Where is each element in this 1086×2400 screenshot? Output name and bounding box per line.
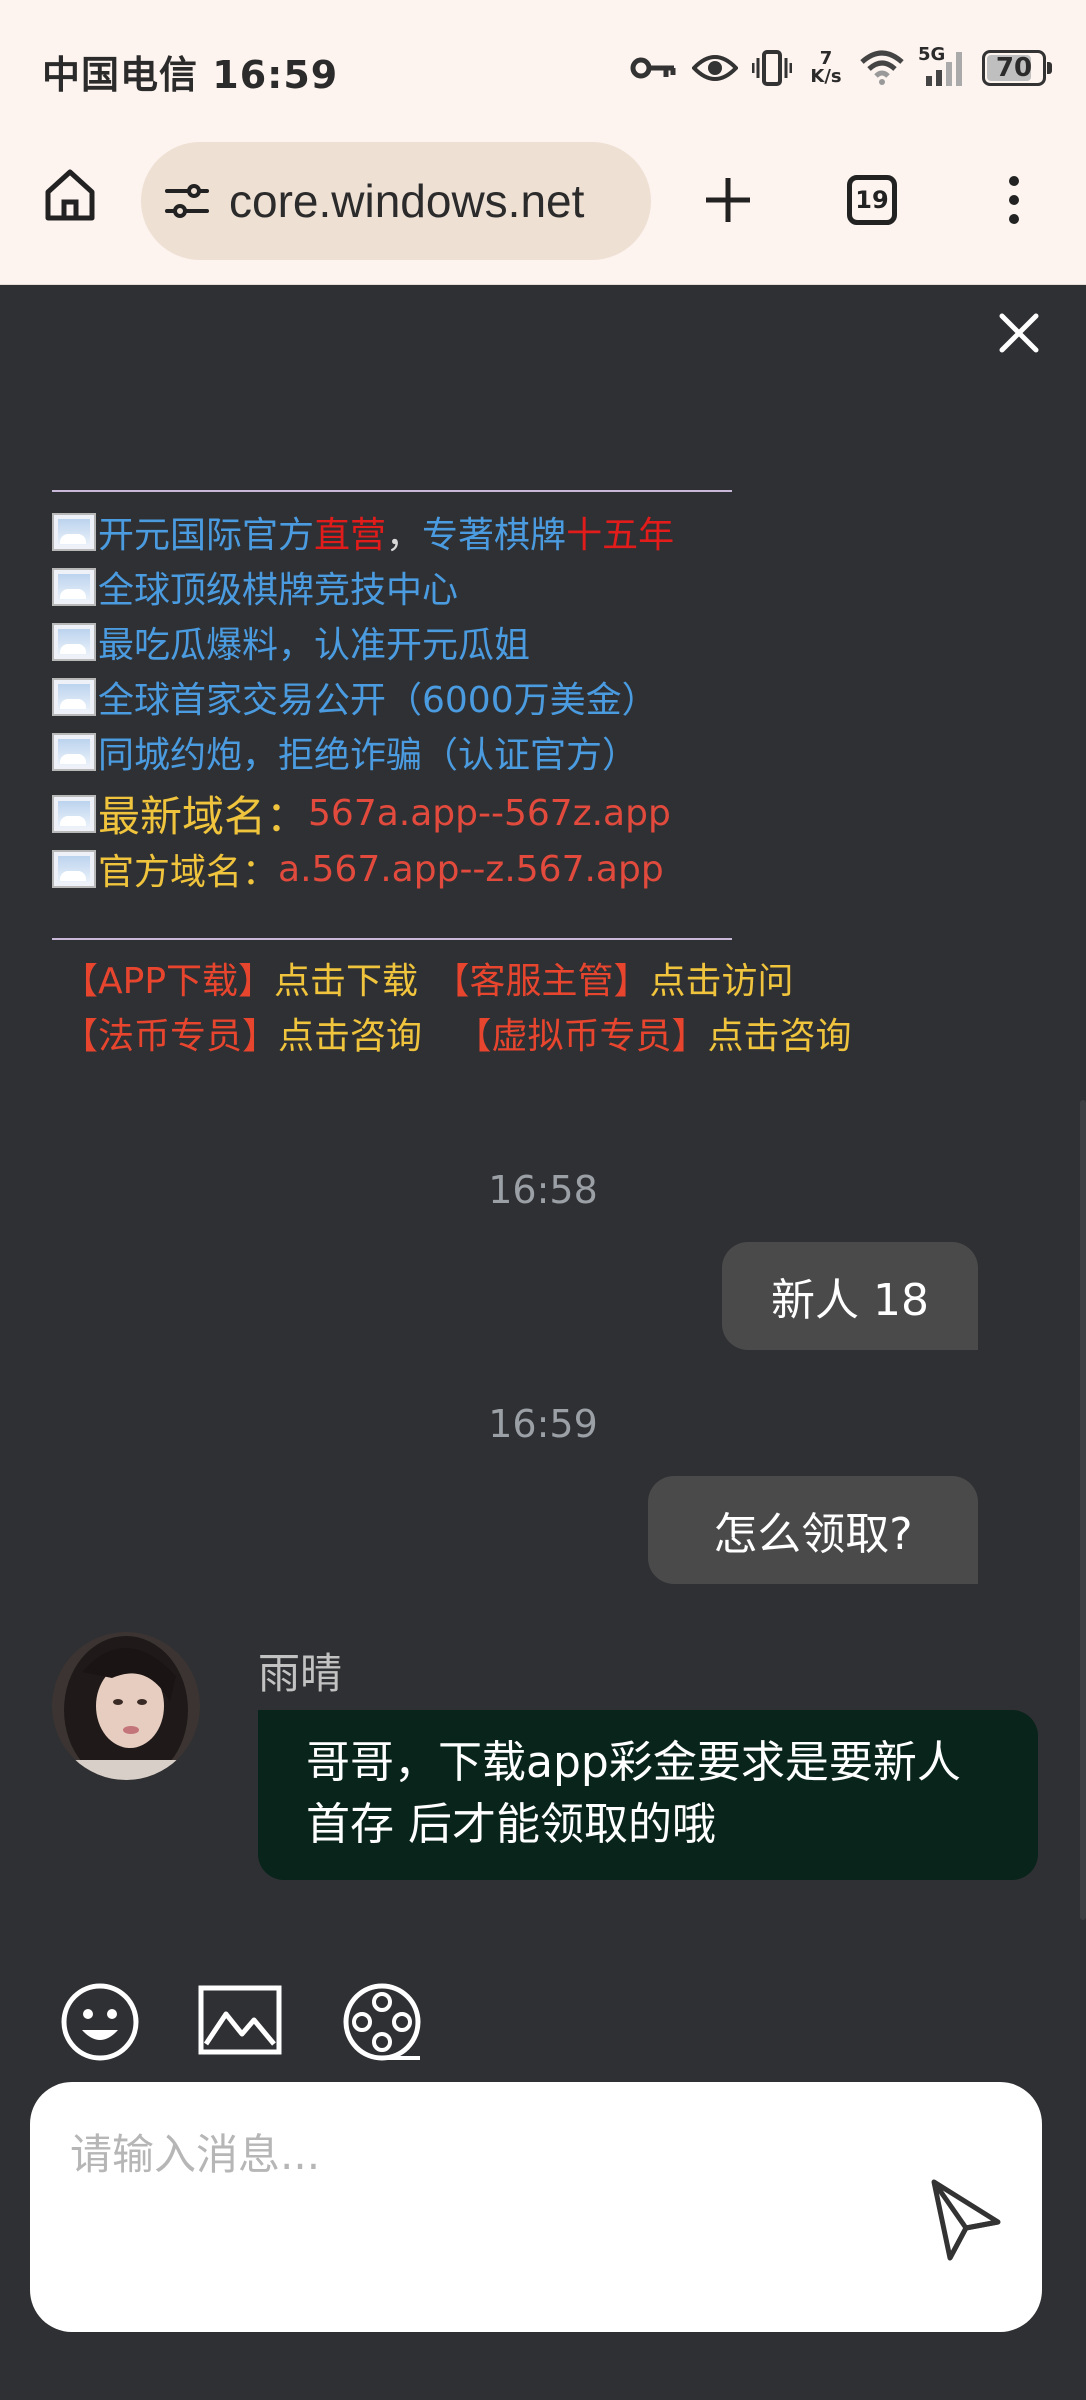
app-download-tag: 【APP下载】 (62, 961, 275, 1002)
status-bar: 中国电信 16:59 7 K/s 5G 70 (0, 0, 1086, 134)
battery-level: 70 (995, 53, 1033, 83)
video-button[interactable] (340, 1980, 424, 2068)
send-icon (931, 2179, 1001, 2261)
more-menu-icon (1009, 176, 1019, 224)
promo-line-4[interactable]: 全球首家交易公开（6000万美金） (52, 671, 658, 723)
emoji-button[interactable] (58, 1980, 142, 2068)
browser-toolbar: core.windows.net 19 (0, 134, 1086, 285)
message-input[interactable] (68, 2118, 892, 2190)
promo-line-2[interactable]: 全球顶级棋牌竞技中心 (52, 561, 458, 613)
tab-switcher-icon: 19 (847, 175, 897, 225)
new-tab-button[interactable] (696, 168, 760, 232)
broken-image-icon (52, 513, 96, 551)
promo-line-6[interactable]: 最新域名： 567a.app--567z.app (52, 783, 671, 844)
fiat-agent-tag: 【法币专员】 (62, 1016, 279, 1057)
incoming-message: 哥哥，下载app彩金要求是要新人首存 后才能领取的哦 (258, 1710, 1038, 1880)
image-icon (198, 1985, 282, 2055)
emoji-icon (61, 1983, 139, 2061)
status-icons: 7 K/s 5G 70 (630, 44, 1052, 92)
message-timestamp: 16:59 (488, 1402, 598, 1446)
address-bar[interactable]: core.windows.net (141, 142, 651, 260)
eye-icon (692, 55, 738, 81)
clock: 16:59 (212, 53, 339, 97)
promo-line-7[interactable]: 官方域名： a.567.app--z.567.app (52, 843, 664, 895)
close-button[interactable] (994, 308, 1044, 358)
crypto-agent-tag: 【虚拟币专员】 (455, 1016, 708, 1057)
tab-switcher-button[interactable]: 19 (840, 168, 904, 232)
domain-link[interactable]: 567a.app--567z.app (308, 793, 671, 834)
crypto-agent-link[interactable]: 点击咨询 (708, 1016, 852, 1057)
promo-highlight: 直营 (314, 515, 387, 556)
promo-link[interactable]: 最吃瓜爆料，认准开元瓜姐 (98, 616, 530, 668)
promo-text: ， (386, 515, 423, 556)
signal-indicator: 5G (918, 44, 968, 88)
new-tab-icon (706, 178, 750, 222)
agent-avatar[interactable] (52, 1632, 200, 1780)
promo-links-row-2: 【法币专员】点击咨询 【虚拟币专员】点击咨询 (62, 1007, 852, 1059)
fiat-agent-link[interactable]: 点击咨询 (278, 1016, 422, 1057)
message-timestamp: 16:58 (488, 1168, 598, 1212)
message-text: 新人 18 (771, 1275, 929, 1326)
net-speed: 7 K/s (806, 50, 846, 86)
promo-link[interactable]: 全球首家交易公开（6000万美金） (98, 671, 658, 723)
signal-icon (926, 52, 962, 86)
message-composer[interactable] (30, 2082, 1042, 2332)
promo-link[interactable]: 全球顶级棋牌竞技中心 (98, 561, 458, 613)
outgoing-message: 新人 18 (722, 1242, 978, 1350)
broken-image-icon (52, 733, 96, 771)
battery-icon: 70 (982, 50, 1052, 86)
broken-image-icon (52, 678, 96, 716)
site-settings-icon (165, 184, 209, 218)
promo-line-3[interactable]: 最吃瓜爆料，认准开元瓜姐 (52, 616, 530, 668)
avatar-image (52, 1632, 200, 1780)
broken-image-icon (52, 850, 96, 888)
net-speed-unit: K/s (810, 66, 842, 87)
more-menu-button[interactable] (990, 168, 1038, 232)
key-icon (630, 57, 676, 79)
broken-image-icon (52, 794, 96, 833)
carrier-label: 中国电信 (42, 53, 199, 97)
domain-label: 官方域名： (98, 852, 279, 893)
promo-line-5[interactable]: 同城约炮，拒绝诈骗（认证官方） (52, 726, 638, 778)
broken-image-icon (52, 568, 96, 606)
domain-label: 最新域名： (98, 792, 309, 841)
agent-name: 雨晴 (258, 1649, 343, 1698)
promo-divider-top (52, 490, 732, 492)
message-text: 怎么领取? (713, 1509, 913, 1560)
home-icon (45, 169, 95, 221)
home-button[interactable] (38, 162, 102, 226)
service-tag: 【客服主管】 (433, 961, 650, 1002)
message-text: 哥哥，下载app彩金要求是要新人首存 后才能领取的哦 (306, 1737, 961, 1850)
site-settings-button[interactable] (163, 179, 211, 223)
image-button[interactable] (196, 1980, 284, 2064)
promo-divider-bottom (52, 938, 732, 940)
vibrate-icon (752, 50, 792, 86)
status-left: 中国电信 16:59 (42, 44, 338, 99)
close-icon (999, 313, 1039, 353)
service-link[interactable]: 点击访问 (650, 961, 794, 1002)
broken-image-icon (52, 623, 96, 661)
promo-link[interactable]: 同城约炮，拒绝诈骗（认证官方） (98, 726, 638, 778)
chat-scrollbar[interactable] (1080, 1100, 1086, 1920)
promo-text: 开元国际官方 (98, 515, 315, 556)
outgoing-message: 怎么领取? (648, 1476, 978, 1584)
promo-highlight: 十五年 (566, 515, 675, 556)
domain-link[interactable]: a.567.app--z.567.app (278, 849, 664, 890)
url-text[interactable]: core.windows.net (229, 174, 584, 228)
promo-links-row-1: 【APP下载】点击下载 【客服主管】点击访问 (62, 952, 794, 1004)
composer-tools (0, 1980, 1086, 2070)
film-reel-icon (343, 1983, 421, 2061)
app-download-link[interactable]: 点击下载 (274, 961, 418, 1002)
wifi-icon (860, 50, 904, 85)
promo-line-1: 开元国际官方 直营，专著棋牌 十五年 (52, 506, 674, 558)
promo-text: 专著棋牌 (422, 515, 567, 556)
send-button[interactable] (912, 2162, 1012, 2262)
